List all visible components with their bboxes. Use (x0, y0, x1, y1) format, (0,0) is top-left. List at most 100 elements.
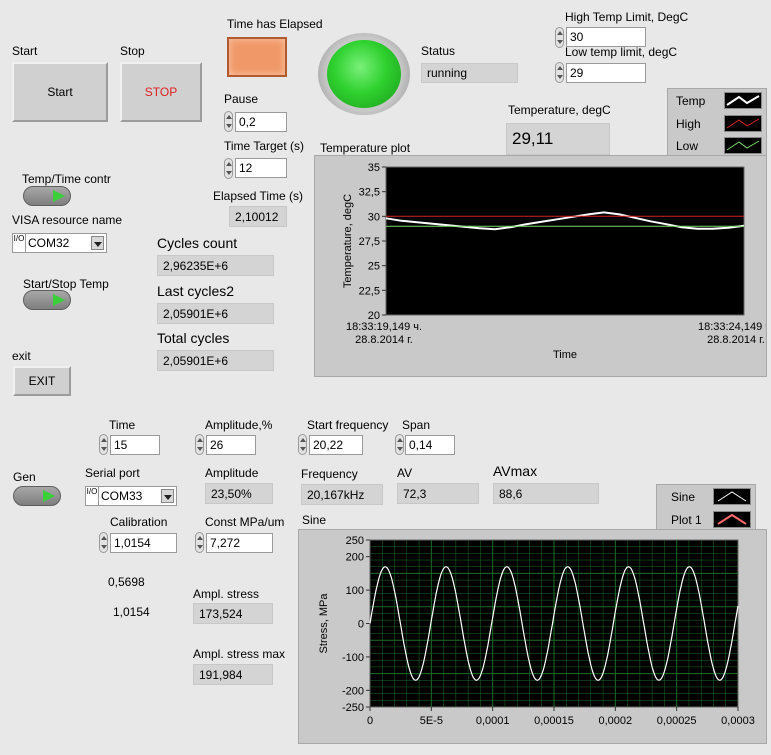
time-target-input[interactable]: 12 (235, 158, 287, 178)
const-spinner[interactable] (195, 532, 204, 553)
temperature-plot[interactable]: 3532,53027,52522,520Temperature, degC18:… (315, 156, 766, 376)
high-limit-label: High Temp Limit, DegC (565, 10, 689, 24)
total-cycles-indicator: 2,05901E+6 (157, 350, 274, 371)
start-stop-temp-switch[interactable] (23, 290, 71, 310)
legend-plot1-label: Plot 1 (671, 513, 702, 527)
legend-sine-swatch (713, 488, 751, 505)
gen-label: Gen (13, 470, 36, 484)
frequency-label: Frequency (301, 467, 358, 481)
y-tick-label: 0 (358, 619, 364, 631)
static-value-1: 0,5698 (108, 575, 145, 589)
ampl-stress-label: Ampl. stress (193, 587, 260, 601)
high-limit-spinner[interactable] (555, 27, 564, 48)
high-limit-input[interactable]: 30 (566, 27, 646, 47)
calibration-label: Calibration (110, 515, 168, 529)
temperature-indicator: 29,11 (506, 123, 610, 155)
serial-port-value: COM33 (101, 489, 143, 503)
visa-select[interactable]: I/O COM32 (12, 233, 107, 253)
y-tick-label: 32,5 (359, 187, 380, 199)
last-cycles-indicator: 2,05901E+6 (157, 303, 274, 324)
total-cycles-label: Total cycles (157, 330, 230, 346)
x-tick-label: 0,0002 (599, 715, 633, 727)
start-stop-temp-label: Start/Stop Temp (23, 277, 109, 291)
low-limit-input[interactable]: 29 (566, 63, 646, 83)
sine-plot-title: Sine (302, 513, 327, 527)
pause-spinner[interactable] (224, 111, 233, 132)
stop-button[interactable]: STOP (120, 62, 202, 122)
status-led-bezel (318, 33, 410, 115)
temp-plot-area (385, 166, 745, 316)
time-target-spinner[interactable] (224, 158, 233, 179)
y-tick-label: 35 (368, 162, 380, 174)
avmax-indicator: 88,6 (493, 483, 599, 504)
y-tick-label: 30 (368, 211, 380, 223)
last-cycles-label: Last cycles2 (157, 283, 235, 299)
avmax-label: AVmax (493, 463, 538, 479)
x-end-time-label: 18:33:24,149 ч. (698, 321, 766, 333)
y-tick-label: 27,5 (359, 236, 380, 248)
calibration-input[interactable]: 1,0154 (110, 533, 177, 553)
temperature-plot-panel: 35 32,5 30 27,5 25 22,5 20 Temperature, degC 18:… (314, 155, 767, 377)
temp-time-switch[interactable] (23, 186, 71, 206)
x-tick-label: 5E-5 (420, 715, 443, 727)
start-label: Start (12, 44, 38, 58)
ampl-stress-max-label: Ampl. stress max (193, 647, 286, 661)
span-input[interactable]: 0,14 (405, 435, 455, 455)
temperature-label: Temperature, degC (508, 103, 611, 117)
legend-low-label: Low (676, 139, 699, 153)
amplitude-pct-label: Amplitude,% (205, 418, 273, 432)
x-axis-label: Time (553, 349, 577, 361)
exit-button[interactable]: EXIT (13, 366, 71, 396)
gen-switch[interactable] (13, 486, 61, 506)
pause-input[interactable]: 0,2 (235, 112, 287, 132)
amplitude-pct-spinner[interactable] (195, 434, 204, 455)
cycles-count-indicator: 2,96235E+6 (157, 255, 274, 276)
span-spinner[interactable] (395, 434, 404, 455)
av-label: AV (397, 466, 413, 480)
dropdown-arrow-icon[interactable] (91, 236, 104, 250)
frequency-indicator: 20,167kHz (301, 484, 383, 505)
temp-legend: Temp High Low (667, 88, 767, 156)
exit-label: exit (12, 349, 31, 363)
amplitude-indicator: 23,50% (205, 483, 273, 504)
legend-plot1-swatch (713, 511, 751, 528)
serial-port-label: Serial port (85, 466, 140, 480)
y-tick-label: 100 (346, 585, 364, 597)
low-limit-label: Low temp limit, degC (565, 45, 678, 59)
time-elapsed-led (227, 37, 287, 77)
const-input[interactable]: 7,272 (206, 533, 273, 553)
amplitude-pct-input[interactable]: 26 (206, 435, 256, 455)
serial-port-select[interactable]: I/O COM33 (85, 486, 177, 506)
y-axis-label: Temperature, degC (342, 194, 354, 288)
dropdown-arrow-icon[interactable] (161, 489, 174, 503)
static-value-2: 1,0154 (113, 605, 150, 619)
status-led (327, 40, 401, 108)
sine-plot[interactable]: 250 200 100 0 -100 -200 -250 Stress, MPa 0 5E-5 0,… (299, 530, 766, 743)
y-tick-label: -100 (342, 652, 364, 664)
time-elapsed-label: Time has Elapsed (227, 17, 323, 31)
x-tick-label: 0,0003 (721, 715, 755, 727)
x-tick-label: 0,0001 (476, 715, 510, 727)
stop-label: Stop (120, 44, 145, 58)
span-label: Span (402, 418, 431, 432)
legend-temp-label: Temp (676, 94, 706, 108)
sine-legend: Sine Plot 1 (656, 484, 756, 530)
ampl-stress-indicator: 173,524 (193, 603, 273, 624)
const-label: Const MPa/um (205, 515, 285, 529)
start-button[interactable]: Start (12, 62, 108, 122)
x-end-date-label: 28.8.2014 г. (707, 334, 765, 346)
y-axis-label: Stress, MPa (318, 593, 330, 654)
start-frequency-spinner[interactable] (298, 434, 307, 455)
calibration-spinner[interactable] (99, 532, 108, 553)
start-frequency-input[interactable]: 20,22 (309, 435, 363, 455)
elapsed-time-indicator: 2,10012 (229, 206, 287, 227)
legend-high-label: High (676, 117, 701, 131)
time-input[interactable]: 15 (110, 435, 160, 455)
temp-plot-title: Temperature plot (320, 141, 411, 155)
time-spinner[interactable] (99, 434, 108, 455)
cycles-count-label: Cycles count (157, 235, 238, 251)
sine-plot-panel: 250 200 100 0 -100 -200 -250 Stress, MPa 0 5E-5 0,… (298, 529, 767, 744)
low-limit-spinner[interactable] (555, 62, 564, 83)
y-tick-label: 25 (368, 261, 380, 273)
y-tick-label: -250 (342, 702, 364, 714)
